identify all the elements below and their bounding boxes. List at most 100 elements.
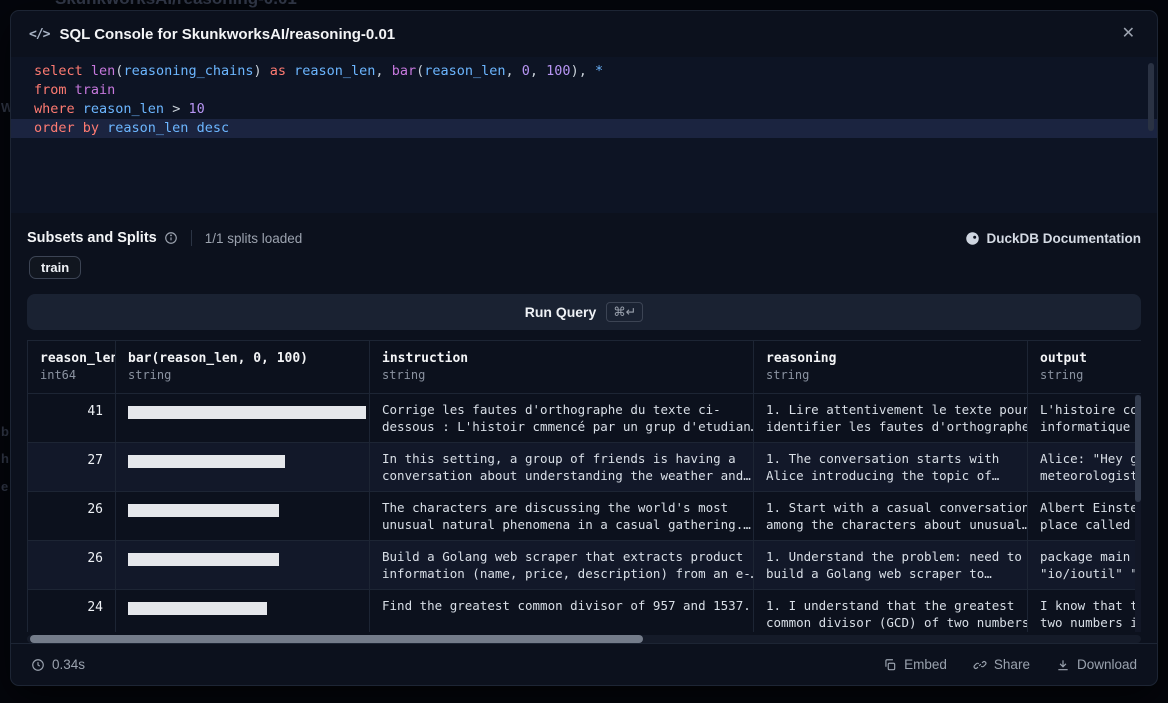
cell-output: Alice: "Hey g meteorologist	[1028, 443, 1141, 492]
table-row[interactable]: 24Find the greatest common divisor of 95…	[28, 590, 1141, 632]
bar-fill	[128, 455, 285, 468]
cell-output: L'histoire co informatique	[1028, 394, 1141, 443]
code-token: 0	[522, 63, 530, 79]
code-token: reason_len	[294, 63, 375, 79]
sql-console-modal: </> SQL Console for SkunkworksAI/reasoni…	[10, 10, 1158, 686]
sql-editor-lines: select len ( reasoning_chains) as reason_l…	[11, 62, 1157, 138]
duckdb-doc-link[interactable]: DuckDB Documentation	[965, 231, 1141, 246]
code-token: select	[34, 63, 91, 79]
query-duration-value: 0.34s	[52, 657, 85, 672]
share-button[interactable]: Share	[973, 657, 1030, 672]
sql-editor[interactable]: select len ( reasoning_chains) as reason_l…	[11, 57, 1157, 213]
code-token: reason_len	[107, 120, 188, 136]
cell-instruction: The characters are discussing the world'…	[370, 492, 754, 541]
cell-reason-len: 26	[28, 492, 116, 541]
split-chip-train[interactable]: train	[29, 256, 81, 279]
column-header-reason_len[interactable]: reason_lenint64	[28, 341, 116, 394]
cell-reason-len: 26	[28, 541, 116, 590]
subsets-label: Subsets and Splits	[27, 230, 157, 246]
cell-reasoning: 1. Lire attentivement le texte pour iden…	[754, 394, 1028, 443]
embed-icon	[883, 658, 897, 672]
embed-button[interactable]: Embed	[883, 657, 947, 672]
run-query-button[interactable]: Run Query ⌘↵	[27, 294, 1141, 330]
column-name: bar(reason_len, 0, 100)	[128, 351, 357, 366]
bar-fill	[128, 406, 366, 419]
code-token: order by	[34, 120, 107, 136]
column-name: instruction	[382, 351, 741, 366]
editor-scrollbar[interactable]	[1148, 63, 1154, 131]
code-token: (	[416, 63, 424, 79]
cell-reasoning: 1. Start with a casual conversation amon…	[754, 492, 1028, 541]
code-token: as	[270, 63, 294, 79]
code-token: )	[253, 63, 269, 79]
share-label: Share	[994, 657, 1030, 672]
code-token: len	[91, 63, 115, 79]
run-query-label: Run Query	[525, 304, 597, 320]
cell-bar	[116, 541, 370, 590]
duckdb-icon	[965, 231, 980, 246]
column-type: string	[766, 368, 1015, 382]
column-name: output	[1040, 351, 1141, 366]
divider	[191, 230, 192, 246]
column-type: string	[128, 368, 357, 382]
download-button[interactable]: Download	[1056, 657, 1137, 672]
cell-reasoning: 1. Understand the problem: need to build…	[754, 541, 1028, 590]
code-line[interactable]: select len ( reasoning_chains) as reason_l…	[11, 62, 1157, 81]
code-token: ,	[530, 63, 546, 79]
horizontal-scrollbar-thumb[interactable]	[30, 635, 643, 643]
cell-reason-len: 24	[28, 590, 116, 632]
cell-bar	[116, 492, 370, 541]
code-token: 100	[546, 63, 570, 79]
background-fragment: h	[1, 451, 9, 466]
code-token: bar	[392, 63, 416, 79]
column-header-instruction[interactable]: instruction string	[370, 341, 754, 394]
code-token: reasoning_chains	[123, 63, 253, 79]
table-row[interactable]: 41Corrige les fautes d'orthographe du te…	[28, 394, 1141, 443]
table-vertical-scrollbar[interactable]	[1135, 395, 1141, 632]
info-icon[interactable]	[164, 231, 178, 245]
vertical-scrollbar-thumb[interactable]	[1135, 395, 1141, 502]
code-token: ,	[375, 63, 391, 79]
table-row[interactable]: 26Build a Golang web scraper that extrac…	[28, 541, 1141, 590]
subsets-row: Subsets and Splits 1/1 splits loaded Duc…	[27, 229, 1141, 247]
link-icon	[973, 658, 987, 672]
cell-output: I know that t two numbers i…	[1028, 590, 1141, 632]
cell-reason-len: 27	[28, 443, 116, 492]
code-line[interactable]: order by reason_len desc	[11, 119, 1157, 138]
cell-output: package main "io/ioutil" "	[1028, 541, 1141, 590]
download-label: Download	[1077, 657, 1137, 672]
code-token: train	[75, 82, 116, 98]
column-header-output[interactable]: output string	[1028, 341, 1141, 394]
shortcut-kbd: ⌘↵	[606, 302, 643, 322]
table-horizontal-scrollbar[interactable]	[27, 635, 1141, 643]
column-type: string	[1040, 368, 1141, 382]
close-button[interactable]: ✕	[1118, 22, 1139, 46]
code-line[interactable]: from train	[11, 81, 1157, 100]
cell-bar	[116, 443, 370, 492]
code-token: *	[595, 63, 603, 79]
cell-reasoning: 1. I understand that the greatest common…	[754, 590, 1028, 632]
column-header-reasoning[interactable]: reasoning string	[754, 341, 1028, 394]
download-icon	[1056, 658, 1070, 672]
footer-actions: Embed Share Download	[883, 657, 1137, 672]
cell-reasoning: 1. The conversation starts with Alice in…	[754, 443, 1028, 492]
code-line[interactable]: where reason_len > 10	[11, 100, 1157, 119]
table-row[interactable]: 26 The characters are discussing the worl…	[28, 492, 1141, 541]
splits-chip-row: train	[29, 256, 1141, 280]
cell-output: Albert Einste place called	[1028, 492, 1141, 541]
modal-header: </> SQL Console for SkunkworksAI/reasoni…	[11, 11, 1157, 57]
results-table: reason_lenint64 bar(reason_len, 0, 100) st…	[27, 340, 1141, 632]
code-token: from	[34, 82, 75, 98]
column-header-bar-reason_len-0-100-[interactable]: bar(reason_len, 0, 100) string	[116, 341, 370, 394]
table-row[interactable]: 27 In this setting, a group of friends is…	[28, 443, 1141, 492]
column-type: string	[382, 368, 741, 382]
duckdb-doc-label: DuckDB Documentation	[986, 231, 1141, 246]
code-icon: </>	[29, 27, 49, 42]
background-fragment: b	[1, 424, 9, 439]
cell-instruction: In this setting, a group of friends is h…	[370, 443, 754, 492]
background-fragment: e	[1, 479, 8, 494]
splits-status: 1/1 splits loaded	[205, 231, 303, 246]
column-name: reasoning	[766, 351, 1015, 366]
modal-title: SQL Console for SkunkworksAI/reasoning-0…	[59, 26, 395, 43]
column-type: int64	[40, 368, 103, 382]
